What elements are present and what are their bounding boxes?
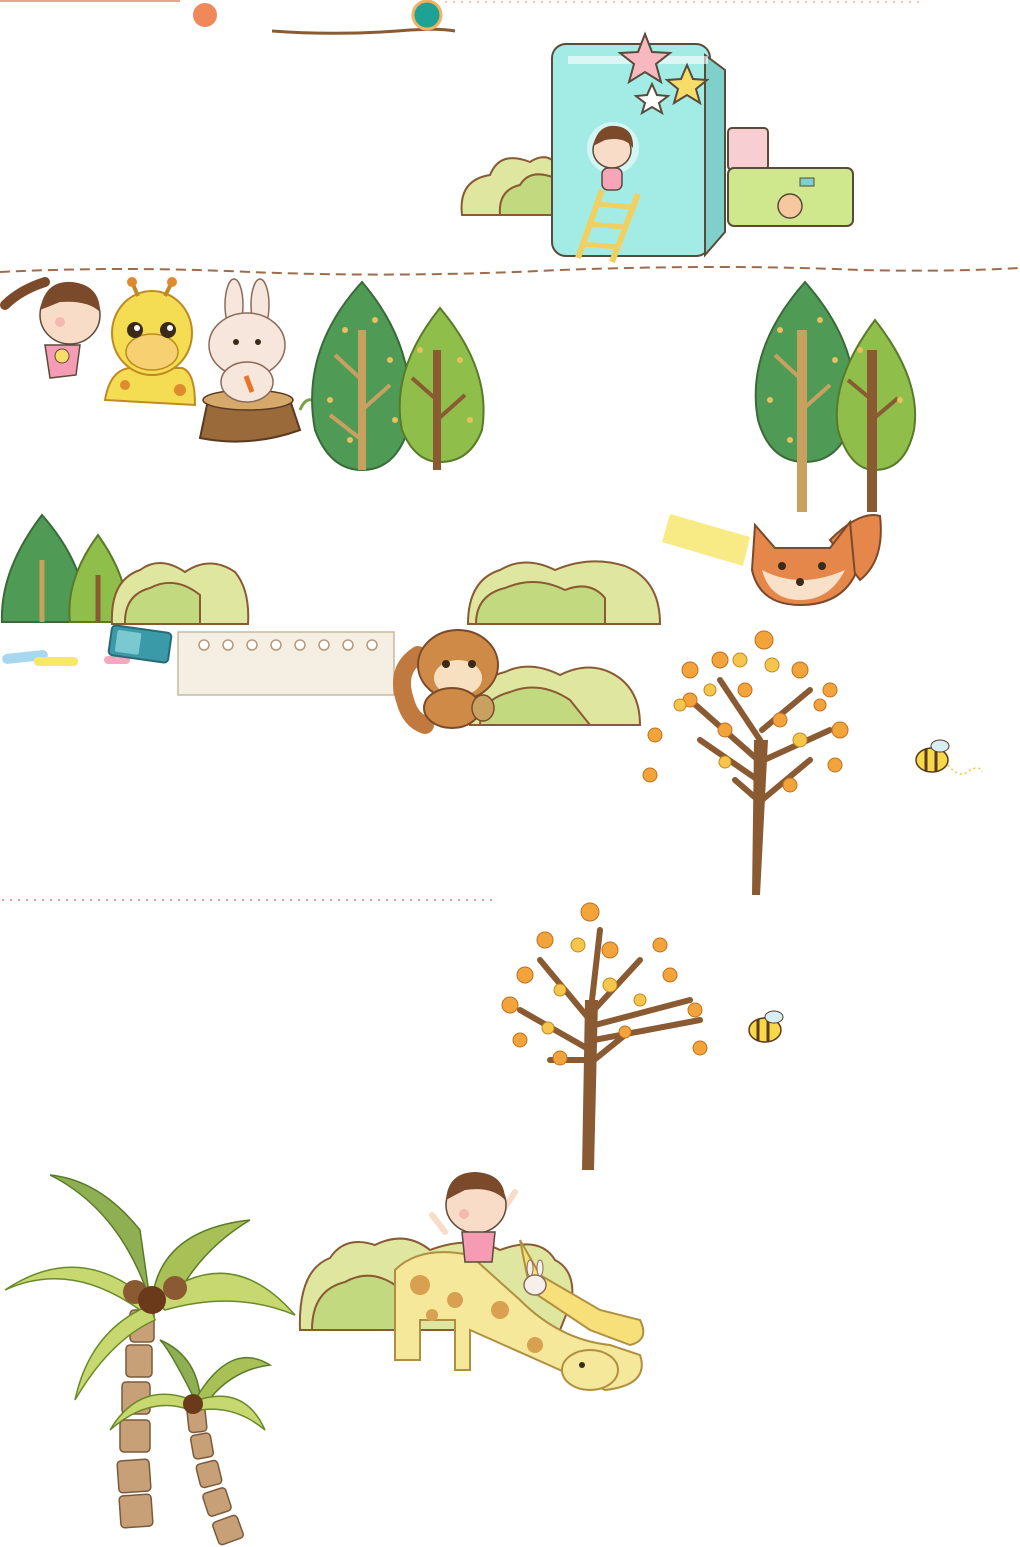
orange-dot-icon <box>191 1 219 29</box>
tree-icon <box>754 280 917 512</box>
acorn-icon <box>471 694 495 722</box>
giraffe-slide-icon <box>298 1172 645 1392</box>
giraffe-icon <box>103 277 197 407</box>
fox-icon <box>750 514 882 607</box>
tape-icon <box>662 514 750 566</box>
palm-tree-icon <box>4 1174 296 1546</box>
note-paper-icon <box>177 631 395 696</box>
rabbit-icon <box>198 278 313 443</box>
book-scene <box>460 31 854 264</box>
child-face-icon <box>777 193 803 219</box>
bush-icon <box>460 156 561 216</box>
dashed-divider <box>0 266 1020 276</box>
bee-icon <box>748 1010 784 1043</box>
bush-icon <box>110 562 250 625</box>
squirrel-icon <box>393 629 499 734</box>
bush-icon <box>466 560 662 625</box>
bee-icon <box>915 739 983 775</box>
autumn-tree-icon <box>642 630 849 895</box>
header-decoration <box>0 0 920 35</box>
teal-dot-icon <box>411 0 443 31</box>
stacked-books-icon <box>727 127 854 227</box>
tree-icon <box>311 280 485 472</box>
girl-icon <box>0 277 101 379</box>
autumn-tree-icon <box>501 902 708 1170</box>
tree-icon <box>0 513 130 623</box>
cartoon-clipart-sheet <box>0 0 1020 1547</box>
